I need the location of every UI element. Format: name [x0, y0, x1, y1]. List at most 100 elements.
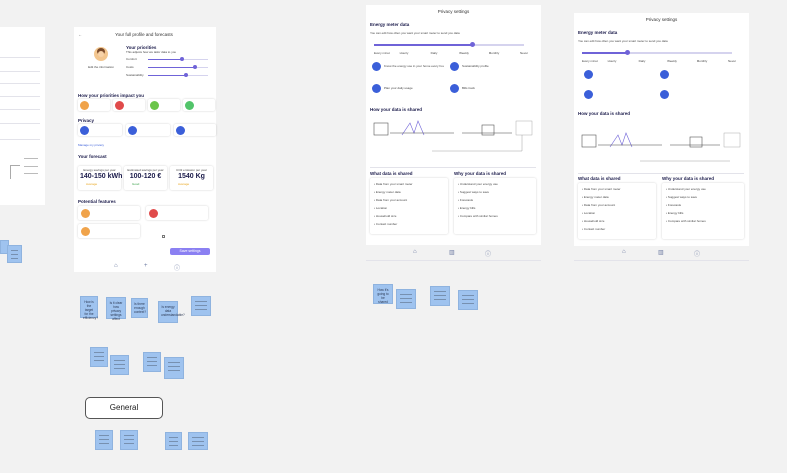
- privacy-card[interactable]: [78, 124, 122, 136]
- priority-handle[interactable]: [179, 57, 184, 61]
- slider-label[interactable]: Every minute: [582, 59, 598, 63]
- sticky-note[interactable]: [191, 296, 211, 316]
- mini-diagram: [10, 155, 44, 189]
- feature-card[interactable]: [78, 224, 140, 238]
- note-line: [124, 443, 134, 444]
- info-icon[interactable]: ⓘ: [694, 249, 700, 258]
- forecast-card: CO2 emission per year 1540 Kg Average: [170, 166, 213, 190]
- impact-card[interactable]: [148, 99, 180, 111]
- list-item: • Compare with similar homes: [458, 214, 498, 218]
- slider-label[interactable]: Hourly: [604, 59, 620, 63]
- note-line: [169, 437, 178, 438]
- sticky-note[interactable]: [396, 289, 416, 309]
- note-line: [195, 301, 207, 302]
- why-title: Why your data is shared: [454, 171, 507, 176]
- home-icon[interactable]: ⌂: [622, 249, 626, 255]
- note-line: [192, 441, 204, 442]
- sticky-note[interactable]: [188, 432, 208, 450]
- sticky-note[interactable]: [7, 245, 22, 263]
- frequency-slider[interactable]: Every minute Hourly Daily Weekly Monthly Neve…: [374, 42, 528, 58]
- sticky-note[interactable]: How it's going to be shared: [373, 284, 393, 304]
- feature-card[interactable]: [78, 206, 140, 220]
- forecast-cards: Energy savings per year 140-150 kWh Averag…: [78, 166, 216, 192]
- feature-card[interactable]: [146, 206, 208, 220]
- slider-label[interactable]: Daily: [634, 59, 650, 63]
- slider-label[interactable]: Weekly: [664, 59, 680, 63]
- sticky-note[interactable]: [458, 290, 478, 310]
- note-line: [99, 439, 109, 440]
- save-settings-button[interactable]: Save settings: [170, 248, 210, 255]
- sticky-note[interactable]: [430, 286, 450, 306]
- slider-label[interactable]: Daily: [426, 51, 442, 55]
- home-icon[interactable]: ⌂: [114, 263, 118, 269]
- impact-card[interactable]: [183, 99, 215, 111]
- list-item: • Contact number: [582, 227, 606, 231]
- impact-card[interactable]: [113, 99, 145, 111]
- sticky-note[interactable]: [95, 430, 113, 450]
- sticky-note[interactable]: [90, 347, 108, 367]
- page-title: Privacy settings: [645, 17, 678, 22]
- list-item: • Household size: [582, 219, 605, 223]
- privacy-card[interactable]: [126, 124, 170, 136]
- sticky-note[interactable]: [143, 352, 161, 372]
- data-flow-diagram: [372, 115, 536, 161]
- slider-handle[interactable]: [469, 42, 475, 47]
- list-item: • Data from your smart meter: [582, 187, 621, 191]
- benefit-icon: [372, 62, 381, 71]
- priorities-sliders: Comfort Costs Sustainability: [126, 57, 210, 81]
- slider-label[interactable]: Never: [516, 51, 532, 55]
- sticky-note[interactable]: [165, 432, 182, 450]
- shared-title: How your data is shared: [370, 107, 423, 112]
- slider-label[interactable]: Monthly: [694, 59, 710, 63]
- impact-icon: [80, 100, 89, 110]
- note-line: [462, 303, 474, 304]
- checkbox[interactable]: [162, 235, 165, 238]
- info-icon[interactable]: ⓘ: [174, 263, 180, 272]
- avatar[interactable]: [94, 47, 108, 61]
- note-line: [462, 295, 474, 296]
- slider-label[interactable]: Every minute: [374, 51, 390, 55]
- avatar-caption[interactable]: Edit the information: [84, 65, 118, 69]
- list-item: • Energy bills: [666, 211, 684, 215]
- chart-icon[interactable]: ▥: [658, 249, 664, 256]
- note-line: [147, 361, 157, 362]
- sticky-note[interactable]: [164, 357, 184, 379]
- sticky-note[interactable]: How is the target for the efficiency?: [80, 296, 98, 320]
- note-line: [94, 360, 104, 361]
- note-line: [169, 445, 178, 446]
- slider-label[interactable]: Weekly: [456, 51, 472, 55]
- priorities-subtitle: This adjusts how we tailor data to you: [126, 50, 177, 54]
- add-icon[interactable]: +: [144, 263, 148, 269]
- privacy-card[interactable]: [174, 124, 216, 136]
- note-line: [124, 439, 134, 440]
- slider-label[interactable]: Monthly: [486, 51, 502, 55]
- sticky-note[interactable]: [110, 355, 129, 375]
- forecast-tag: Average: [178, 182, 190, 186]
- sticky-note[interactable]: Is there enough context?: [131, 298, 148, 318]
- home-icon[interactable]: ⌂: [413, 249, 417, 255]
- general-label: General: [85, 397, 163, 419]
- slider-label[interactable]: Never: [724, 59, 740, 63]
- list-item: • Data from your account: [374, 198, 408, 202]
- priority-handle[interactable]: [183, 73, 188, 77]
- sticky-note[interactable]: Is it clear how privacy settings affect: [106, 297, 126, 321]
- impact-card[interactable]: [78, 99, 110, 111]
- page-title: Your full profile and forecasts: [115, 32, 173, 37]
- note-line: [400, 298, 412, 299]
- benefit-item: Plan your daily usage: [372, 82, 446, 100]
- privacy-cards: [78, 124, 216, 138]
- priority-handle[interactable]: [193, 65, 198, 69]
- sticky-note[interactable]: Is energy data understandable?: [158, 301, 185, 323]
- sticky-note[interactable]: [120, 430, 138, 450]
- info-icon[interactable]: ⓘ: [485, 249, 491, 258]
- why-card: • Understand your energy use • Suggest wa…: [454, 178, 536, 234]
- frequency-slider[interactable]: Every minute Hourly Daily Weekly Monthly Neve…: [582, 50, 736, 66]
- back-button[interactable]: ←: [78, 32, 82, 37]
- chart-icon[interactable]: ▥: [449, 249, 455, 256]
- manage-privacy-link[interactable]: Manage my privacy: [78, 143, 104, 147]
- slider-label[interactable]: Hourly: [396, 51, 412, 55]
- flow-svg: [581, 132, 741, 162]
- slider-handle[interactable]: [625, 50, 630, 55]
- slider-fill: [582, 52, 627, 54]
- list-item: • Suggest ways to save: [666, 195, 698, 199]
